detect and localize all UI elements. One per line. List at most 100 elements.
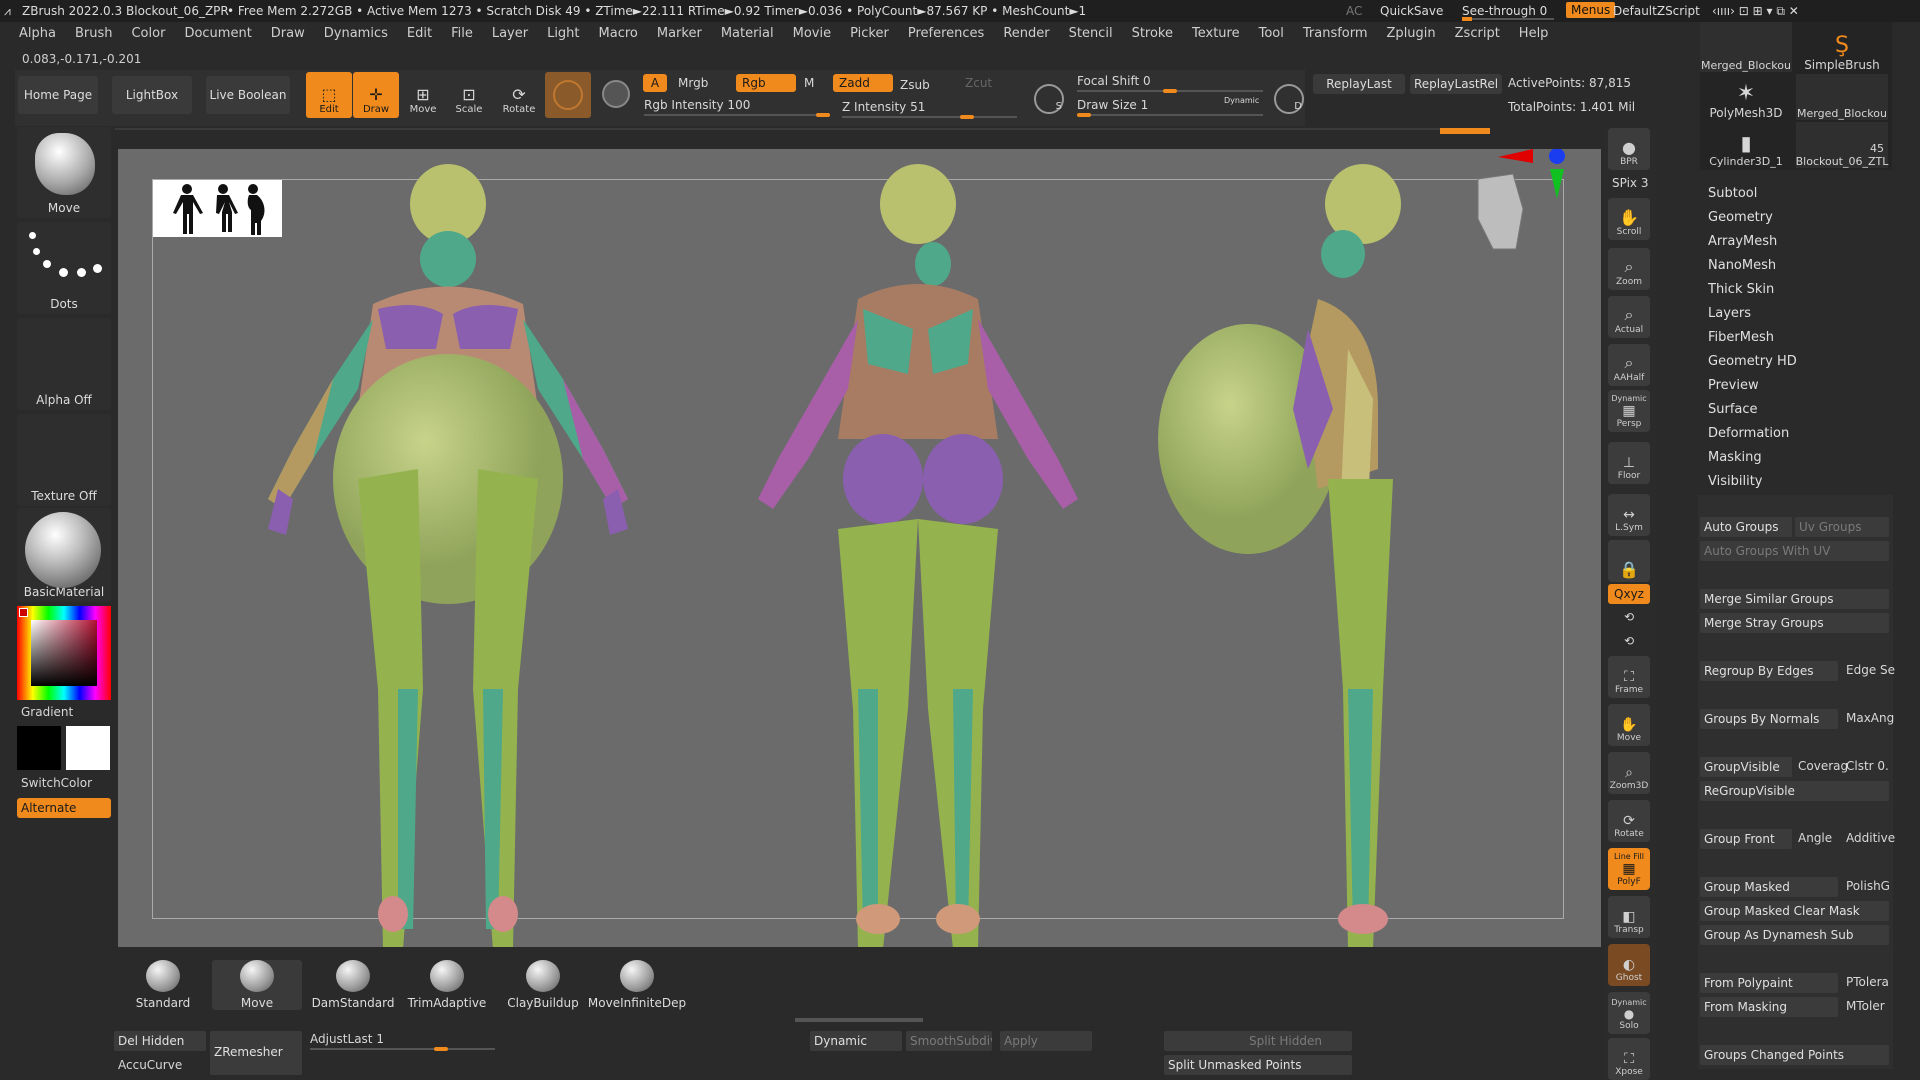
menu-document[interactable]: Document	[184, 26, 251, 41]
section-preview[interactable]: Preview	[1708, 378, 1759, 393]
section-subtool[interactable]: Subtool	[1708, 186, 1757, 201]
viewport-canvas[interactable]	[118, 149, 1601, 947]
zsub-toggle[interactable]: Zsub	[900, 78, 930, 92]
menu-light[interactable]: Light	[547, 26, 579, 41]
z-intensity-slider[interactable]: Z Intensity 51	[842, 100, 925, 114]
menu-stroke[interactable]: Stroke	[1132, 26, 1173, 41]
mrgb-toggle[interactable]: Mrgb	[678, 76, 708, 90]
angle-slider[interactable]: Angle	[1798, 831, 1832, 845]
alpha-slot[interactable]: Alpha Off	[17, 318, 111, 410]
from-polypaint-button[interactable]: From Polypaint	[1700, 973, 1838, 993]
aahalf-button[interactable]: ⌕ AAHalf	[1608, 344, 1650, 386]
scale-mode-button[interactable]: ⊡ Scale	[446, 72, 492, 118]
adjust-last-slider[interactable]: AdjustLast 1	[310, 1032, 384, 1046]
lock-button[interactable]: 🔒	[1608, 540, 1650, 582]
primary-color-swatch[interactable]	[17, 726, 61, 770]
section-visibility[interactable]: Visibility	[1708, 474, 1762, 489]
brush-standard[interactable]: Standard	[118, 960, 208, 1010]
menu-picker[interactable]: Picker	[850, 26, 889, 41]
draw-mode-button[interactable]: ✛ Draw	[353, 72, 399, 118]
menu-macro[interactable]: Macro	[599, 26, 638, 41]
tool-thumb-cylinder[interactable]: ▮ Cylinder3D_1	[1700, 122, 1792, 168]
lightbox-button[interactable]: LightBox	[112, 76, 192, 114]
zoom-button[interactable]: ⌕ Zoom	[1608, 248, 1650, 290]
material-swatch-button[interactable]	[545, 72, 591, 118]
shelf-expand-handle[interactable]	[795, 1018, 923, 1022]
m-toggle[interactable]: M	[804, 76, 814, 90]
menu-texture[interactable]: Texture	[1192, 26, 1240, 41]
menu-help[interactable]: Help	[1519, 26, 1549, 41]
groups-by-normals-button[interactable]: Groups By Normals	[1700, 709, 1838, 729]
ghost-button[interactable]: ◐ Ghost	[1608, 944, 1650, 986]
stroke-swatch-icon[interactable]	[602, 80, 630, 108]
menu-tool[interactable]: Tool	[1259, 26, 1284, 41]
alternate-button[interactable]: Alternate	[17, 798, 111, 818]
section-layers[interactable]: Layers	[1708, 306, 1751, 321]
window-controls-icon[interactable]: ‹ıııı› ⊡ ⊞ ▾ ⧉ ✕	[1712, 4, 1799, 19]
zcut-toggle[interactable]: Zcut	[965, 76, 992, 90]
xpose-button[interactable]: ⛶ Xpose	[1608, 1038, 1650, 1080]
section-nanomesh[interactable]: NanoMesh	[1708, 258, 1776, 273]
replay-last-button[interactable]: ReplayLast	[1313, 74, 1405, 94]
secondary-color-swatch[interactable]	[66, 726, 110, 770]
tool-thumb-blockout[interactable]: 45 Blockout_06_ZTL	[1796, 122, 1888, 168]
from-masking-button[interactable]: From Masking	[1700, 997, 1838, 1017]
section-arraymesh[interactable]: ArrayMesh	[1708, 234, 1777, 249]
auto-groups-uv-button[interactable]: Auto Groups With UV	[1700, 541, 1889, 561]
tool-thumb-simplebrush[interactable]: Ş SimpleBrush	[1796, 22, 1888, 72]
brush-damstandard[interactable]: DamStandard	[308, 960, 398, 1010]
del-hidden-button[interactable]: Del Hidden	[114, 1031, 206, 1051]
scroll-button[interactable]: ✋ Scroll	[1608, 198, 1650, 240]
split-hidden-button[interactable]: Split Hidden	[1164, 1031, 1352, 1051]
draw-size-slider[interactable]: Draw Size 1	[1077, 98, 1148, 112]
group-visible-button[interactable]: GroupVisible	[1700, 757, 1792, 777]
brush-trimadaptive[interactable]: TrimAdaptive	[402, 960, 492, 1010]
gradient-label[interactable]: Gradient	[21, 705, 73, 719]
zremesher-button[interactable]: ZRemesher	[210, 1031, 302, 1075]
tool-thumb-merged-2[interactable]: Merged_Blockou	[1796, 74, 1888, 120]
mask-tolerance-slider[interactable]: MToler	[1846, 999, 1885, 1013]
zoom3d-button[interactable]: ⌕ Zoom3D	[1608, 752, 1650, 794]
brush-claybuildup[interactable]: ClayBuildup	[498, 960, 588, 1010]
smooth-subdiv-slider[interactable]: SmoothSubdiv	[906, 1031, 992, 1051]
frame-button[interactable]: ⛶ Frame	[1608, 656, 1650, 698]
merge-similar-groups-button[interactable]: Merge Similar Groups	[1700, 589, 1889, 609]
focal-shift-track[interactable]	[1077, 89, 1263, 93]
xyz-toggle[interactable]: Qxyz	[1608, 584, 1650, 604]
zadd-toggle[interactable]: Zadd	[833, 74, 893, 92]
rotate-axis-y-icon[interactable]: ⟲	[1624, 610, 1634, 624]
brush-moveinfinitedep[interactable]: MoveInfiniteDep	[588, 960, 686, 1010]
menu-dynamics[interactable]: Dynamics	[324, 26, 388, 41]
texture-slot[interactable]: Texture Off	[17, 414, 111, 506]
dynamic-drawsize-toggle[interactable]: Dynamic	[1224, 96, 1259, 105]
auto-groups-button[interactable]: Auto Groups	[1700, 517, 1792, 537]
menu-alpha[interactable]: Alpha	[19, 26, 56, 41]
polyf-button[interactable]: Line Fill ▦ PolyF	[1608, 848, 1650, 890]
max-angle-slider[interactable]: MaxAng	[1846, 711, 1894, 725]
seethrough-slider[interactable]: See-through 0	[1462, 4, 1547, 18]
tool-thumb-merged-1[interactable]: Merged_Blockou	[1700, 22, 1792, 72]
uv-groups-button[interactable]: Uv Groups	[1795, 517, 1889, 537]
spix-slider[interactable]: SPix 3	[1612, 176, 1648, 190]
menu-file[interactable]: File	[451, 26, 473, 41]
tool-thumb-polymesh3d[interactable]: ✶ PolyMesh3D	[1700, 74, 1792, 120]
floor-button[interactable]: ⊥ Floor	[1608, 442, 1650, 484]
rotate-view-button[interactable]: ⟳ Rotate	[1608, 800, 1650, 842]
brush-move[interactable]: Move	[212, 960, 302, 1010]
edge-sensitivity-slider[interactable]: Edge Se	[1846, 663, 1895, 677]
move-view-button[interactable]: ✋ Move	[1608, 704, 1650, 746]
brush-slot-move[interactable]: Move	[17, 127, 111, 218]
persp-button[interactable]: Dynamic ▦ Persp	[1608, 390, 1650, 432]
menu-layer[interactable]: Layer	[492, 26, 528, 41]
material-slot[interactable]: BasicMaterial	[17, 508, 111, 602]
bpr-button[interactable]: ● BPR	[1608, 128, 1650, 170]
menus-button[interactable]: Menus	[1566, 2, 1616, 18]
split-unmasked-points-button[interactable]: Split Unmasked Points	[1164, 1055, 1352, 1075]
menu-movie[interactable]: Movie	[793, 26, 831, 41]
section-fibermesh[interactable]: FiberMesh	[1708, 330, 1774, 345]
rgb-intensity-slider[interactable]: Rgb Intensity 100	[644, 98, 750, 112]
edit-mode-button[interactable]: ⬚ Edit	[306, 72, 352, 118]
groups-changed-points-button[interactable]: Groups Changed Points	[1700, 1045, 1889, 1065]
rgb-intensity-track[interactable]	[644, 113, 830, 117]
replay-last-rel-button[interactable]: ReplayLastRel	[1410, 74, 1502, 94]
